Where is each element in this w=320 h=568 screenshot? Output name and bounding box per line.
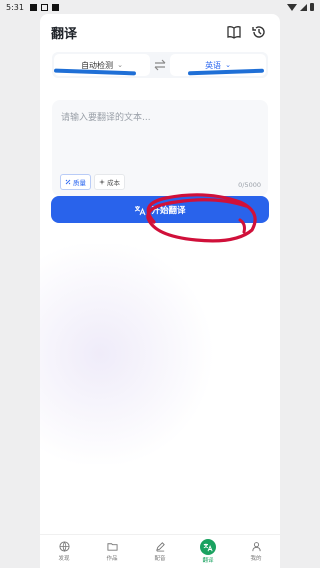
tab-dubbing[interactable]: 配音 <box>140 541 180 562</box>
signal-icon <box>300 3 307 11</box>
translate-tab-badge <box>200 539 216 555</box>
folder-icon <box>106 543 118 551</box>
battery-icon <box>310 3 314 11</box>
pen-icon <box>155 542 165 552</box>
tab-translate[interactable]: 翻译 <box>188 539 228 564</box>
tag-cost[interactable]: 成本 <box>94 174 125 190</box>
link-icon <box>65 179 71 185</box>
book-icon[interactable] <box>226 24 242 40</box>
globe-icon <box>58 541 70 552</box>
status-icons <box>287 3 314 11</box>
tag-label: 成本 <box>107 179 120 187</box>
tab-discover[interactable]: 发现 <box>44 541 84 562</box>
text-input[interactable]: 请输入要翻译的文本... 质量 成本 0/5000 <box>52 100 268 196</box>
notification-icon <box>29 3 37 11</box>
background-glow <box>40 244 220 464</box>
header: 翻译 <box>40 14 280 50</box>
tag-label: 质量 <box>73 179 86 187</box>
chevron-down-icon: ⌄ <box>117 61 123 69</box>
tab-works[interactable]: 作品 <box>92 541 132 562</box>
status-time: 5:31 <box>6 2 24 12</box>
notification-icon <box>40 3 48 11</box>
tab-me[interactable]: 我的 <box>236 541 276 562</box>
input-placeholder: 请输入要翻译的文本... <box>61 113 151 123</box>
tab-label: 作品 <box>106 556 118 562</box>
page-title: 翻译 <box>51 27 78 42</box>
start-translate-label: 开始翻译 <box>151 205 186 216</box>
target-language-label: 英语 <box>205 60 222 70</box>
start-translate-button[interactable]: 开始翻译 <box>51 196 269 223</box>
translate-icon <box>203 543 213 552</box>
tab-label: 我的 <box>250 556 262 562</box>
user-icon <box>251 542 261 552</box>
tab-bar: 发现 作品 配音 翻译 我的 <box>40 534 280 568</box>
tab-label: 翻译 <box>202 558 214 564</box>
wifi-icon <box>287 3 297 11</box>
notification-icon <box>51 3 59 11</box>
sparkle-icon <box>99 179 105 185</box>
tag-quality[interactable]: 质量 <box>60 174 91 190</box>
tab-label: 配音 <box>154 556 166 562</box>
language-selector: 自动检测 ⌄ 英语 ⌄ <box>52 52 268 78</box>
swap-icon[interactable] <box>153 58 167 72</box>
app-screen: 翻译 自动检测 ⌄ 英语 ⌄ 请输入要翻译的文本... 质量 成本 0/5000… <box>40 14 280 568</box>
history-icon[interactable] <box>251 24 267 40</box>
mode-tags: 质量 成本 <box>60 174 125 190</box>
translate-icon <box>135 205 146 215</box>
chevron-down-icon: ⌄ <box>225 61 231 69</box>
char-counter: 0/5000 <box>238 181 261 189</box>
status-bar: 5:31 <box>0 0 320 14</box>
tab-label: 发现 <box>58 556 70 562</box>
